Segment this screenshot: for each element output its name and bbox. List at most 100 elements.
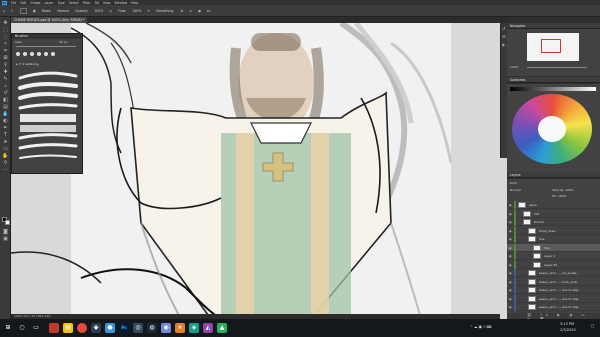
brush-stroke-previews[interactable] [18,70,78,170]
layer-name[interactable]: keanu_arm... ...ack to skip [539,295,578,303]
layer-row[interactable]: ◉ line [507,235,600,243]
layer-opacity[interactable]: Opacity: 100% [552,188,574,192]
app-icon-blue[interactable]: ● [105,323,115,333]
steam-icon[interactable]: ◍ [147,323,157,333]
screen-mode-icon[interactable]: ▣ [2,236,9,242]
eyedropper-tool-icon[interactable]: ⚲ [2,62,9,68]
clone-stamp-tool-icon[interactable]: ⊥ [2,83,9,89]
layer-name[interactable]: keanu_arm... ...ack to skip [539,286,578,294]
menu-select[interactable]: Select [69,1,79,5]
visibility-eye-icon[interactable]: ◉ [509,280,513,284]
adjustments-icon[interactable]: ◐ [502,42,506,47]
swatches-panel-header[interactable]: Swatches [507,77,600,83]
layer-name[interactable]: thread [534,218,544,226]
layer-row[interactable]: ◉ line [507,243,600,252]
notifications-icon[interactable]: ▢ [591,324,594,328]
navigator-zoom[interactable]: 100% [510,65,519,69]
layer-thumbnail[interactable] [533,261,541,268]
visibility-eye-icon[interactable]: ◉ [509,263,513,267]
menu-3d[interactable]: 3D [94,1,98,5]
layer-thumbnail[interactable] [533,253,541,259]
type-tool-icon[interactable]: T [2,132,9,138]
airbrush-icon[interactable]: ✈ [147,9,150,13]
navigator-thumbnail[interactable] [527,33,579,61]
history-brush-tool-icon[interactable]: ↺ [2,90,9,96]
app-icon-red[interactable] [49,323,59,333]
app-icon-purple[interactable]: ◭ [203,323,213,333]
more-tools-icon[interactable]: ⋯ [2,167,9,173]
layer-name[interactable]: line [539,235,544,243]
history-icon[interactable]: ↺ [502,26,505,31]
pressure-size-icon[interactable]: ◉ [198,9,201,13]
layer-row[interactable]: ◉ Layer 1 [507,252,600,260]
home-icon[interactable]: ⌂ [3,9,5,13]
layer-row[interactable]: ◉ keanu_arm... ...hole_scrib [507,277,600,286]
brush-tool-icon[interactable]: ✎ [11,9,14,13]
visibility-eye-icon[interactable]: ◉ [509,254,513,258]
menu-view[interactable]: View [103,1,111,5]
layer-fill[interactable]: Fill: 100% [552,194,567,198]
navigator-view-box[interactable] [541,39,561,53]
healing-brush-tool-icon[interactable]: ✚ [2,69,9,75]
zoom-tool-icon[interactable]: ⚲ [2,160,9,166]
layer-row[interactable]: ◉ hand_down [507,226,600,235]
system-tray-icons[interactable]: ⌃ ☁ ▣ ♪ ⌨ [470,325,491,329]
brush-folder-row[interactable]: ▸ ▭ 2 Lettering [16,62,39,66]
layer-thumbnail[interactable] [528,287,536,293]
recent-brush-6[interactable] [51,52,55,56]
photoshop-logo-icon[interactable]: Ps [2,0,7,5]
menu-image[interactable]: Image [31,1,41,5]
layer-thumbnail[interactable] [523,219,531,225]
visibility-eye-icon[interactable]: ◉ [509,246,513,250]
recent-brush-3[interactable] [30,52,34,56]
layers-panel-header[interactable]: Layers [507,172,600,178]
layer-row[interactable]: ◉ Layer 62 [507,260,600,269]
properties-icon[interactable]: ☰ [502,34,506,39]
layer-thumbnail[interactable] [528,270,536,276]
app-icon-gray[interactable]: ◎ [133,323,143,333]
opacity-value[interactable]: 100% [94,9,103,13]
layer-thumbnail[interactable] [528,295,536,302]
brush-size-slider[interactable] [16,46,76,47]
layer-row[interactable]: ◉ hat [507,209,600,218]
visibility-eye-icon[interactable]: ◉ [509,237,513,241]
quick-mask-icon[interactable]: ◙ [2,229,9,235]
clock-date[interactable]: 2/3/2020 [560,328,576,332]
layer-thumbnail[interactable] [528,278,536,285]
app-icon-teal[interactable]: ◈ [189,323,199,333]
file-explorer-icon[interactable]: ▤ [63,323,73,333]
pen-tool-icon[interactable]: ✒ [2,125,9,131]
layer-row[interactable]: ◉ jesus [507,201,600,209]
clock-time[interactable]: 3:13 PM [560,322,574,326]
marquee-tool-icon[interactable]: ⬚ [2,27,9,33]
layer-thumbnail[interactable] [533,244,541,251]
layer-name[interactable]: keanu_arm... ...ack to skip [539,303,578,311]
layer-row[interactable]: ◉ keanu_arm... ...ack to skip [507,303,600,311]
quick-select-tool-icon[interactable]: ✧ [2,41,9,47]
app-icon-dark[interactable]: ◆ [91,323,101,333]
task-view-icon[interactable]: ▭ [31,323,41,333]
layer-name[interactable]: keanu_arm... ...hole_scrib [539,278,577,286]
app-icon-orange[interactable]: ★ [175,323,185,333]
pressure-opacity-icon[interactable]: ◎ [109,9,112,13]
menu-filter[interactable]: Filter [83,1,91,5]
layer-kind-filter[interactable]: Kind [510,181,517,185]
search-icon[interactable]: ○ [17,323,27,333]
mode-select[interactable]: Normal [57,9,69,13]
eraser-tool-icon[interactable]: ◧ [2,97,9,103]
menu-file[interactable]: File [11,1,16,5]
grayscale-swatch-row[interactable] [510,87,596,91]
layer-thumbnail[interactable] [523,210,531,217]
visibility-eye-icon[interactable]: ◉ [509,271,513,275]
layer-thumbnail[interactable] [528,236,536,242]
layer-name[interactable]: keanu_arm... ...en_scribe [539,269,577,277]
visibility-eye-icon[interactable]: ◉ [509,297,513,301]
visibility-eye-icon[interactable]: ◉ [509,288,513,292]
layer-thumbnail[interactable] [518,202,526,208]
blur-tool-icon[interactable]: 💧 [2,111,9,117]
menu-help[interactable]: Help [131,1,138,5]
layer-row[interactable]: ◉ keanu_arm... ...ack to skip [507,286,600,294]
layer-name[interactable]: line [544,244,549,252]
color-wheel-swatches[interactable] [512,94,592,164]
layer-blend-mode[interactable]: Normal [510,188,521,192]
